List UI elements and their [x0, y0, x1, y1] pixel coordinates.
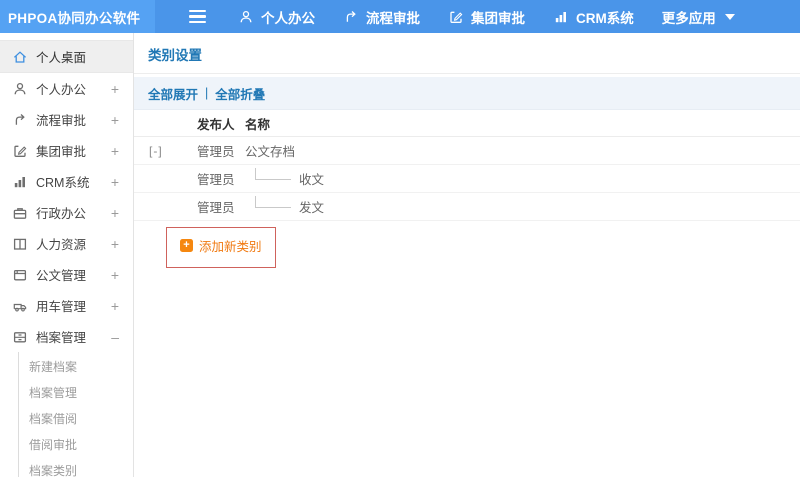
sidebar-subitem-borrow-approval[interactable]: 借阅审批 — [19, 432, 133, 458]
expand-all-link[interactable]: 全部展开 — [148, 84, 198, 103]
nav-label: 集团审批 — [471, 10, 525, 26]
sidebar-item-group-approval[interactable]: 集团审批 + — [0, 135, 133, 166]
sidebar-item-official-docs[interactable]: 公文管理 + — [0, 259, 133, 290]
tree-connector — [255, 195, 291, 208]
nav-more-apps[interactable]: 更多应用 — [662, 7, 735, 27]
sidebar-item-vehicle-management[interactable]: 用车管理 + — [0, 290, 133, 321]
nav-crm-system[interactable]: CRM系统 — [553, 7, 634, 27]
nav-workflow-approval[interactable]: 流程审批 — [343, 7, 420, 27]
category-name-cell: 发文 — [299, 201, 325, 215]
chart-icon — [12, 174, 28, 190]
sidebar-item-label: 集团审批 — [36, 145, 87, 159]
page-title: 类别设置 — [148, 48, 202, 63]
expand-plus-icon: + — [110, 266, 119, 283]
sidebar-subitem-new-archive[interactable]: 新建档案 — [19, 354, 133, 380]
sidebar-item-label: 用车管理 — [36, 300, 87, 314]
sidebar-subitem-archive-management[interactable]: 档案管理 — [19, 380, 133, 406]
home-icon — [12, 49, 28, 65]
sidebar-item-archive-management[interactable]: 档案管理 – — [0, 321, 133, 352]
flow-icon — [343, 9, 359, 25]
expand-plus-icon: + — [110, 297, 119, 314]
edit-icon — [448, 9, 464, 25]
category-table: 发布人 名称 [-] 管理员 公文存档 管理员 收文 管理员 发文 — [134, 110, 800, 221]
sidebar-item-label: 个人桌面 — [36, 51, 87, 65]
expand-plus-icon: + — [110, 142, 119, 159]
nav-personal-office[interactable]: 个人办公 — [238, 7, 315, 27]
collapse-toggle[interactable]: [-] — [148, 144, 163, 158]
flow-icon — [12, 112, 28, 128]
sidebar-item-label: 流程审批 — [36, 114, 87, 128]
top-nav: 个人办公 流程审批 集团审批 CRM系统 更多应用 — [238, 7, 735, 27]
nav-label: 个人办公 — [261, 10, 315, 26]
sidebar-item-workflow-approval[interactable]: 流程审批 + — [0, 104, 133, 135]
document-icon — [12, 267, 28, 283]
sidebar-item-label: 行政办公 — [36, 207, 87, 221]
car-icon — [12, 298, 28, 314]
top-bar: PHPOA协同办公软件 个人办公 流程审批 集团审批 CRM系统 更多应用 — [0, 0, 800, 33]
sidebar-item-personal-desktop[interactable]: 个人桌面 — [0, 40, 133, 73]
expand-plus-icon: + — [110, 111, 119, 128]
nav-label: CRM系统 — [576, 10, 634, 26]
archive-icon — [12, 329, 28, 345]
app-window: PHPOA协同办公软件 个人办公 流程审批 集团审批 CRM系统 更多应用 个人… — [0, 0, 800, 477]
publisher-column-header: 发布人 — [197, 117, 235, 132]
user-icon — [238, 9, 254, 25]
plus-icon: + — [180, 239, 193, 252]
table-row: 管理员 收文 — [134, 165, 800, 193]
nav-label: 流程审批 — [366, 10, 420, 26]
sidebar-subitem-archive-borrow[interactable]: 档案借阅 — [19, 406, 133, 432]
publisher-cell: 管理员 — [197, 145, 235, 159]
app-logo: PHPOA协同办公软件 — [0, 0, 155, 33]
add-category-button[interactable]: + 添加新类别 — [180, 236, 262, 255]
sidebar-item-crm-system[interactable]: CRM系统 + — [0, 166, 133, 197]
chart-icon — [553, 9, 569, 25]
publisher-cell: 管理员 — [197, 201, 235, 215]
category-name-cell: 收文 — [299, 173, 325, 187]
nav-label: 更多应用 — [661, 10, 716, 26]
main-content: 类别设置 全部展开 | 全部折叠 发布人 名称 [-] 管理员 公文存档 管理员 — [134, 33, 800, 477]
sidebar-item-personal-office[interactable]: 个人办公 + — [0, 73, 133, 104]
expand-plus-icon: + — [110, 173, 119, 190]
expand-plus-icon: + — [110, 80, 119, 97]
sidebar-submenu-archive: 新建档案 档案管理 档案借阅 借阅审批 档案类别 — [18, 352, 133, 477]
publisher-cell: 管理员 — [197, 173, 235, 187]
expand-plus-icon: + — [110, 204, 119, 221]
table-row: [-] 管理员 公文存档 — [134, 137, 800, 165]
sidebar-item-human-resources[interactable]: 人力资源 + — [0, 228, 133, 259]
briefcase-icon — [12, 205, 28, 221]
sidebar: 个人桌面 个人办公 + 流程审批 + 集团审批 + CRM系统 + 行政办公 + — [0, 33, 134, 477]
sidebar-item-admin-office[interactable]: 行政办公 + — [0, 197, 133, 228]
page-title-bar: 类别设置 — [134, 33, 800, 74]
toolbar-separator: | — [205, 86, 209, 100]
collapse-minus-icon: – — [111, 328, 119, 345]
sidebar-item-label: 档案管理 — [36, 331, 87, 345]
sidebar-item-label: 个人办公 — [36, 83, 87, 97]
category-name-cell: 公文存档 — [245, 145, 296, 159]
edit-icon — [12, 143, 28, 159]
sidebar-subitem-archive-category[interactable]: 档案类别 — [19, 458, 133, 477]
name-column-header: 名称 — [245, 117, 271, 132]
nav-group-approval[interactable]: 集团审批 — [448, 7, 525, 27]
table-row: 管理员 发文 — [134, 193, 800, 221]
book-icon — [12, 236, 28, 252]
sidebar-item-label: 公文管理 — [36, 269, 87, 283]
table-header-row: 发布人 名称 — [134, 110, 800, 137]
sidebar-item-label: CRM系统 — [36, 176, 90, 190]
hamburger-menu-icon[interactable] — [189, 10, 206, 23]
annotation-highlight-box: + 添加新类别 — [166, 227, 276, 268]
sidebar-item-label: 人力资源 — [36, 238, 87, 252]
tree-toolbar: 全部展开 | 全部折叠 — [134, 77, 800, 110]
tree-connector — [255, 167, 291, 180]
expand-plus-icon: + — [110, 235, 119, 252]
user-icon — [12, 81, 28, 97]
add-category-label: 添加新类别 — [199, 240, 262, 254]
caret-down-icon — [724, 13, 735, 20]
collapse-all-link[interactable]: 全部折叠 — [215, 84, 265, 103]
